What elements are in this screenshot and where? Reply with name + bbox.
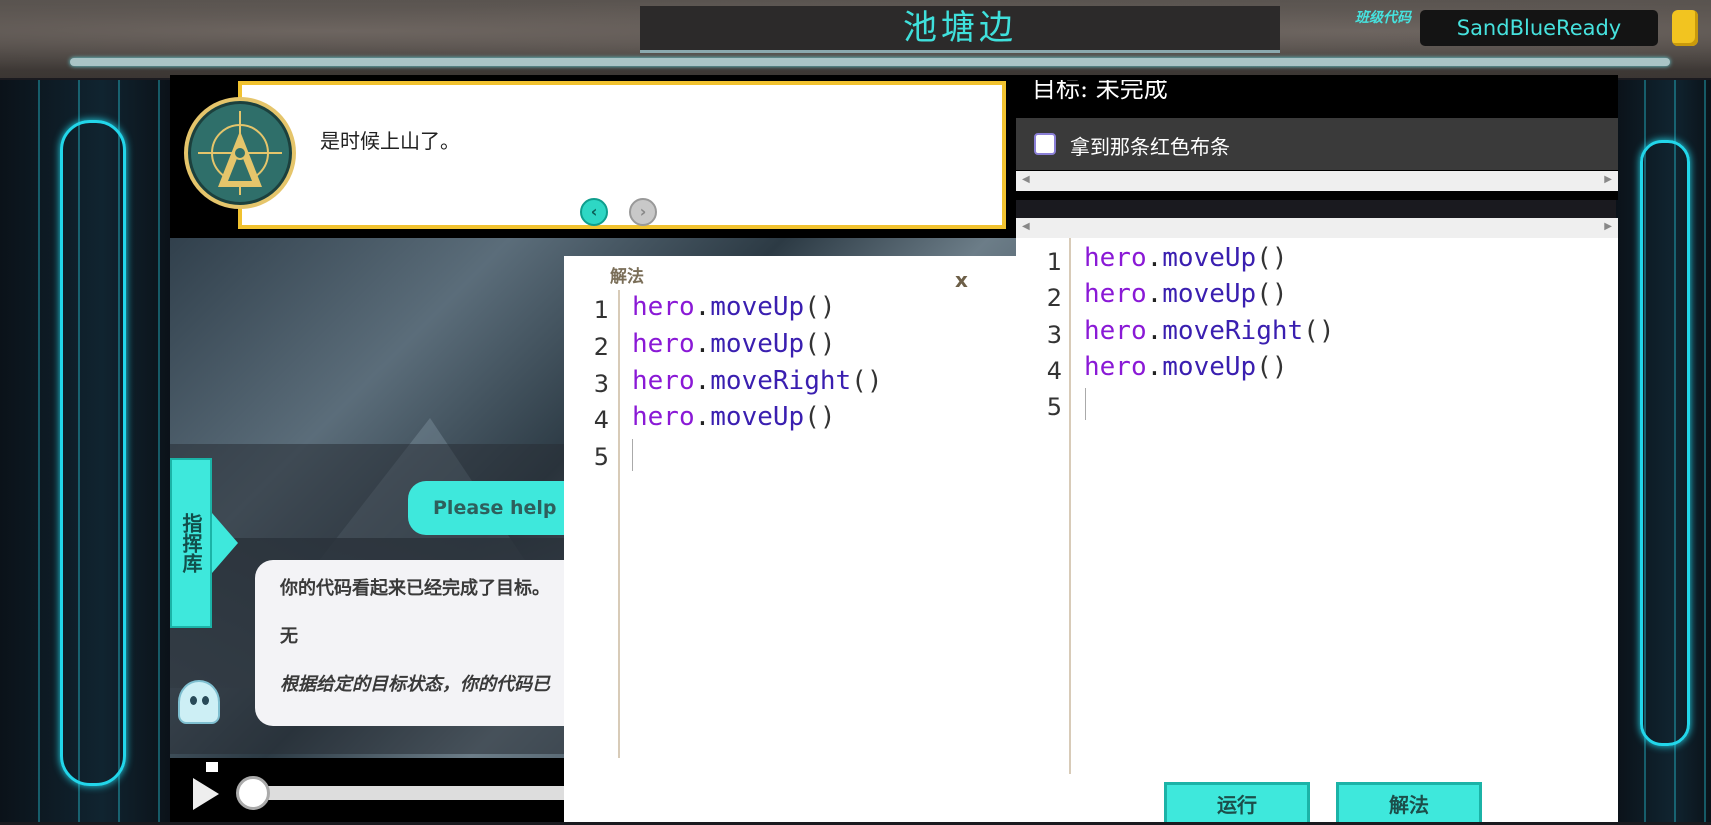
code-object: hero	[632, 292, 695, 322]
code-function: moveUp	[1162, 243, 1257, 273]
solution-button[interactable]: 解法	[1336, 782, 1482, 822]
line-number: 4	[1046, 357, 1062, 385]
code-paren: ()	[851, 366, 883, 396]
scroll-right-icon[interactable]: ▶	[1604, 174, 1612, 185]
timeline-marker	[206, 762, 218, 772]
code-object: hero	[632, 329, 695, 359]
code-paren: ()	[1256, 243, 1288, 273]
dialog-text: 是时候上山了。	[320, 129, 460, 153]
scroll-right-icon[interactable]: ▶	[1604, 221, 1612, 232]
class-code-value[interactable]: SandBlueReady	[1420, 10, 1658, 46]
gem-icon[interactable]	[1672, 10, 1698, 46]
code-function: moveUp	[710, 402, 805, 432]
solution-code-line: hero.moveRight()	[632, 366, 882, 396]
chat-tab-arrow-icon	[212, 513, 238, 573]
goal-checkbox[interactable]	[1034, 133, 1056, 155]
text-cursor	[632, 439, 633, 471]
ghost-avatar-icon	[178, 680, 220, 724]
text-cursor	[1085, 388, 1086, 420]
line-number: 3	[1046, 321, 1062, 349]
line-number: 5	[593, 443, 609, 471]
solution-gutter	[618, 290, 620, 758]
code-function: moveUp	[1162, 279, 1257, 309]
chat-ai-line: 你的代码看起来已经完成了目标。	[280, 578, 550, 599]
solution-code-line: hero.moveUp()	[632, 329, 836, 359]
code-paren: ()	[804, 329, 836, 359]
chat-ai-message: 你的代码看起来已经完成了目标。 无 根据给定的目标状态，你的代码已	[255, 560, 595, 726]
code-dot: .	[694, 329, 711, 359]
chevron-left-icon: ‹	[590, 202, 598, 221]
code-function: moveUp	[1162, 352, 1257, 382]
code-function: moveRight	[710, 366, 852, 396]
code-paren: ()	[804, 402, 836, 432]
right-neon-frame	[1640, 140, 1690, 746]
scrubber-track[interactable]	[250, 786, 570, 800]
compass-emblem-icon	[184, 97, 296, 209]
solution-close-button[interactable]: x	[955, 268, 968, 292]
line-number: 1	[593, 296, 609, 324]
line-number: 4	[593, 406, 609, 434]
code-object: hero	[632, 366, 695, 396]
code-dot: .	[1146, 279, 1163, 309]
editor-gutter	[1069, 238, 1071, 774]
chat-ai-line: 根据给定的目标状态，你的代码已	[280, 674, 550, 695]
code-paren: ()	[1256, 279, 1288, 309]
code-paren: ()	[1256, 352, 1288, 382]
code-dot: .	[694, 366, 711, 396]
editor-code-line[interactable]: hero.moveUp()	[1084, 279, 1288, 309]
code-function: moveUp	[710, 329, 805, 359]
line-number: 2	[593, 333, 609, 361]
line-number: 1	[1046, 248, 1062, 276]
code-paren: ()	[804, 292, 836, 322]
goals-scrollbar[interactable]: ◀ ▶	[1016, 171, 1618, 191]
code-function: moveUp	[710, 292, 805, 322]
scrubber-handle[interactable]	[236, 776, 270, 810]
line-number: 2	[1046, 284, 1062, 312]
code-dot: .	[1146, 352, 1163, 382]
code-dot: .	[694, 402, 711, 432]
scroll-left-icon[interactable]: ◀	[1022, 221, 1030, 232]
line-number: 5	[1046, 393, 1062, 421]
scroll-left-icon[interactable]: ◀	[1022, 174, 1030, 185]
editor-code-line[interactable]: hero.moveUp()	[1084, 243, 1288, 273]
solution-code-line: hero.moveUp()	[632, 402, 836, 432]
goal-status-header: 目标: 未完成	[1032, 80, 1168, 103]
editor-code-line[interactable]: hero.moveUp()	[1084, 352, 1288, 382]
chat-tab-button[interactable]: 指挥库	[170, 458, 212, 628]
dialog-box	[238, 81, 1006, 229]
top-rail	[70, 58, 1670, 66]
dialog-next-button[interactable]: ›	[629, 198, 657, 226]
editor-code-line[interactable]: hero.moveRight()	[1084, 316, 1334, 346]
goal-label: 拿到那条红色布条	[1070, 135, 1230, 159]
code-object: hero	[1084, 243, 1147, 273]
code-dot: .	[694, 292, 711, 322]
chevron-right-icon: ›	[639, 202, 647, 221]
chat-ai-line: 无	[280, 626, 298, 647]
editor-scrollbar[interactable]: ◀ ▶	[1016, 218, 1618, 238]
solution-code-line: hero.moveUp()	[632, 292, 836, 322]
code-paren: ()	[1303, 316, 1335, 346]
dialog-prev-button[interactable]: ‹	[580, 198, 608, 226]
code-object: hero	[1084, 316, 1147, 346]
class-code-label: 班级代码	[1355, 10, 1411, 26]
code-object: hero	[1084, 279, 1147, 309]
left-neon-frame	[60, 120, 126, 786]
code-function: moveRight	[1162, 316, 1304, 346]
code-dot: .	[1146, 243, 1163, 273]
level-title: 池塘边	[903, 8, 1017, 48]
code-object: hero	[632, 402, 695, 432]
play-icon[interactable]	[193, 778, 219, 810]
code-object: hero	[1084, 352, 1147, 382]
code-dot: .	[1146, 316, 1163, 346]
run-button[interactable]: 运行	[1164, 782, 1310, 822]
line-number: 3	[593, 370, 609, 398]
solution-title: 解法	[610, 267, 644, 287]
